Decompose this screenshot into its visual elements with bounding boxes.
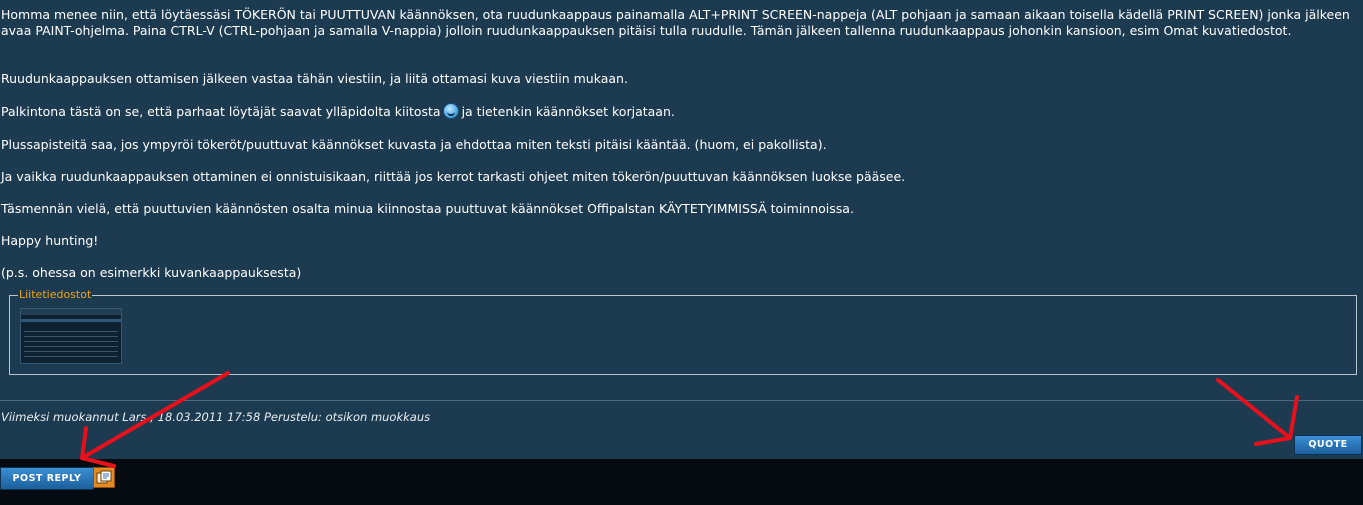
attachments-box: Liitetiedostot: [9, 288, 1357, 375]
post-paragraph: Täsmennän vielä, että puuttuvien käännös…: [1, 201, 854, 216]
thumbnail-header: [21, 309, 121, 315]
post-paragraph: Homma menee niin, että löytäessäsi TÖKER…: [1, 7, 1350, 38]
smiley-icon: [442, 103, 459, 119]
edit-note: Viimeksi muokannut Lars ; 18.03.2011 17:…: [1, 410, 431, 424]
thumbnail-toolbar: [21, 319, 121, 322]
post-body: Homma menee niin, että löytäessäsi TÖKER…: [0, 0, 1360, 400]
arrow-head-right: [1254, 395, 1299, 446]
post-paragraph: Plussapisteitä saa, jos ympyröi tökeröt/…: [1, 137, 827, 152]
quote-button[interactable]: QUOTE: [1294, 435, 1362, 455]
post-paragraph: Palkintona tästä on se, että parhaat löy…: [1, 103, 675, 120]
attachments-legend: Liitetiedostot: [18, 288, 93, 302]
post-paragraph-text: Palkintona tästä on se, että parhaat löy…: [1, 104, 441, 119]
bottom-toolbar: [0, 459, 1363, 505]
post-paragraph: (p.s. ohessa on esimerkki kuvankaappauks…: [1, 265, 302, 280]
post-paragraph: Ruudunkaappauksen ottamisen jälkeen vast…: [1, 71, 628, 86]
post-reply-button[interactable]: POST REPLY: [0, 467, 94, 490]
attachment-thumbnail[interactable]: [20, 308, 122, 364]
thumbnail-rows: [24, 327, 118, 359]
reply-icon[interactable]: [93, 467, 115, 488]
post-paragraph-text: ja tietenkin käännökset korjataan.: [461, 104, 675, 119]
post-divider: [0, 400, 1363, 401]
post-paragraph: Happy hunting!: [1, 233, 99, 248]
post-paragraph: Ja vaikka ruudunkaappauksen ottaminen ei…: [1, 169, 906, 184]
